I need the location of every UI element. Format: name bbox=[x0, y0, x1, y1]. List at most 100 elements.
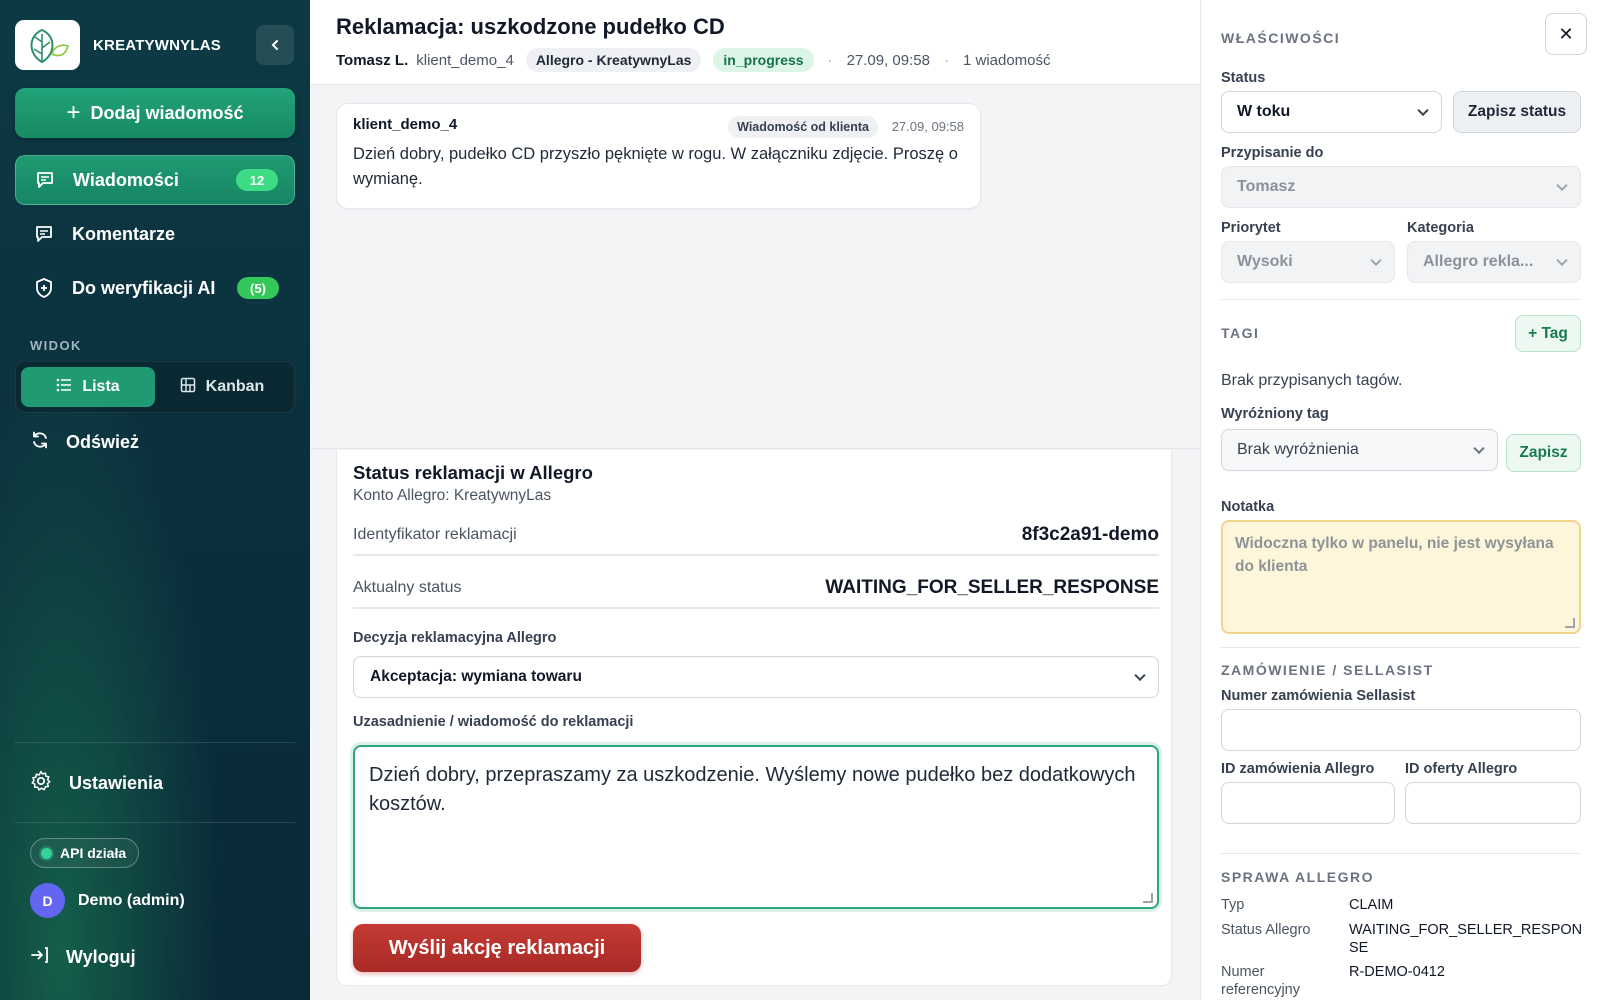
conversation-date: 27.09, 09:58 bbox=[846, 51, 930, 69]
decision-select[interactable]: Akceptacja: wymiana towaru bbox=[353, 656, 1159, 698]
order-heading: ZAMÓWIENIE / SELLASIST bbox=[1221, 662, 1434, 678]
priority-value: Wysoki bbox=[1237, 253, 1293, 270]
view-kanban-label: Kanban bbox=[205, 378, 265, 395]
assign-value: Tomasz bbox=[1237, 178, 1296, 195]
case-status-label: Status Allegro bbox=[1221, 922, 1311, 938]
add-message-button[interactable]: + Dodaj wiadomość bbox=[15, 88, 295, 138]
separator: · bbox=[943, 51, 949, 69]
sidebar-item-ai-verification[interactable]: Do weryfikacji AI (5) bbox=[15, 263, 295, 313]
save-status-button[interactable]: Zapisz status bbox=[1453, 91, 1581, 133]
note-placeholder: Widoczna tylko w panelu, nie jest wysyła… bbox=[1235, 535, 1554, 575]
close-panel-button[interactable]: ✕ bbox=[1545, 13, 1587, 55]
avatar: D bbox=[30, 883, 65, 918]
chevron-down-icon bbox=[1473, 442, 1485, 455]
client-login: klient_demo_4 bbox=[416, 51, 514, 69]
divider bbox=[1221, 647, 1581, 648]
view-list-label: Lista bbox=[82, 378, 120, 395]
brand[interactable]: KREATYWNYLAS bbox=[15, 20, 221, 70]
allegro-offer-label: ID oferty Allegro bbox=[1405, 761, 1518, 777]
divider bbox=[1221, 853, 1581, 854]
sidebar: KREATYWNYLAS + Dodaj wiadomość Wiadomośc… bbox=[0, 0, 310, 1000]
settings-label: Ustawienia bbox=[69, 773, 164, 793]
api-status-badge: API działa bbox=[30, 838, 140, 868]
featured-tag-label: Wyróżniony tag bbox=[1221, 406, 1329, 422]
comment-icon bbox=[33, 223, 55, 245]
chevron-down-icon bbox=[1556, 254, 1568, 267]
message-time: 27.09, 09:58 bbox=[891, 119, 964, 134]
claim-account: Konto Allegro: KreatywnyLas bbox=[353, 487, 552, 504]
message-card: klient_demo_4 Wiadomość od klienta 27.09… bbox=[336, 103, 981, 209]
ai-verification-count-badge: (5) bbox=[237, 277, 279, 299]
priority-select[interactable]: Wysoki bbox=[1221, 241, 1395, 283]
collapse-sidebar-button[interactable] bbox=[256, 25, 294, 65]
case-status-value: WAITING_FOR_SELLER_RESPONSE bbox=[1349, 922, 1583, 956]
author-name: Tomasz L. bbox=[336, 51, 409, 69]
status-label: Status bbox=[1221, 70, 1266, 86]
view-list-button[interactable]: Lista bbox=[21, 367, 155, 407]
message-origin-badge: Wiadomość od klienta bbox=[728, 116, 878, 138]
status-select[interactable]: W toku bbox=[1221, 91, 1442, 133]
chevron-down-icon bbox=[1417, 104, 1429, 117]
resize-handle-icon[interactable] bbox=[1143, 893, 1153, 903]
allegro-order-label: ID zamówienia Allegro bbox=[1221, 761, 1375, 777]
decision-label: Decyzja reklamacyjna Allegro bbox=[353, 630, 557, 646]
reason-label: Uzasadnienie / wiadomość do reklamacji bbox=[353, 714, 634, 730]
case-type-value: CLAIM bbox=[1349, 897, 1394, 913]
note-textarea[interactable]: Widoczna tylko w panelu, nie jest wysyła… bbox=[1221, 520, 1581, 634]
allegro-offer-input[interactable] bbox=[1405, 782, 1581, 824]
message-sender: klient_demo_4 bbox=[353, 116, 458, 133]
claim-status-label: Aktualny status bbox=[353, 579, 462, 596]
settings-button[interactable]: Ustawienia bbox=[30, 770, 163, 797]
no-tags-text: Brak przypisanych tagów. bbox=[1221, 372, 1403, 389]
assign-select[interactable]: Tomasz bbox=[1221, 166, 1581, 208]
reason-textarea[interactable]: Dzień dobry, przepraszamy za uszkodzenie… bbox=[353, 745, 1159, 909]
priority-label: Priorytet bbox=[1221, 220, 1281, 236]
close-icon: ✕ bbox=[1558, 23, 1574, 44]
properties-panel: WŁAŚCIWOŚCI ✕ Status W toku Zapisz statu… bbox=[1200, 0, 1600, 1000]
refresh-button[interactable]: Odśwież bbox=[30, 430, 139, 455]
sellasist-order-label: Numer zamówienia Sellasist bbox=[1221, 688, 1416, 704]
sidebar-divider bbox=[15, 822, 295, 823]
featured-tag-select[interactable]: Brak wyróżnienia bbox=[1221, 429, 1498, 471]
allegro-order-input[interactable] bbox=[1221, 782, 1395, 824]
chevron-down-icon bbox=[1556, 179, 1568, 192]
sellasist-order-input[interactable] bbox=[1221, 709, 1581, 751]
add-message-label: Dodaj wiadomość bbox=[90, 102, 244, 123]
reason-text: Dzień dobry, przepraszamy za uszkodzenie… bbox=[369, 764, 1136, 815]
message-count: 1 wiadomość bbox=[962, 51, 1051, 69]
send-claim-action-button[interactable]: Wyślij akcję reklamacji bbox=[353, 924, 641, 972]
view-kanban-button[interactable]: Kanban bbox=[155, 367, 289, 407]
case-type-label: Typ bbox=[1221, 897, 1245, 913]
featured-tag-value: Brak wyróżnienia bbox=[1237, 441, 1359, 458]
sidebar-item-comments[interactable]: Komentarze bbox=[15, 209, 295, 259]
assign-label: Przypisanie do bbox=[1221, 145, 1324, 161]
save-featured-tag-button[interactable]: Zapisz bbox=[1506, 434, 1581, 472]
tags-heading: TAGI bbox=[1221, 325, 1260, 341]
conversation-header: Reklamacja: uszkodzone pudełko CD Tomasz… bbox=[310, 0, 1200, 85]
current-user[interactable]: D Demo (admin) bbox=[30, 883, 185, 918]
brand-name: KREATYWNYLAS bbox=[93, 36, 221, 54]
chevron-left-icon bbox=[271, 40, 278, 50]
user-name: Demo (admin) bbox=[78, 891, 185, 909]
gear-icon bbox=[30, 770, 52, 797]
logout-button[interactable]: Wyloguj bbox=[30, 945, 136, 970]
sidebar-item-label: Komentarze bbox=[72, 223, 176, 244]
separator: · bbox=[827, 51, 833, 69]
category-select[interactable]: Allegro rekla... bbox=[1407, 241, 1581, 283]
sidebar-item-messages[interactable]: Wiadomości 12 bbox=[15, 155, 295, 205]
message-body: Dzień dobry, pudełko CD przyszło pęknięt… bbox=[353, 145, 958, 188]
resize-handle-icon[interactable] bbox=[1565, 618, 1575, 628]
page-title: Reklamacja: uszkodzone pudełko CD bbox=[336, 14, 725, 39]
claim-status-row: Aktualny status WAITING_FOR_SELLER_RESPO… bbox=[353, 569, 1159, 609]
sidebar-item-label: Wiadomości bbox=[73, 169, 179, 190]
claim-title: Status reklamacji w Allegro bbox=[353, 462, 593, 483]
case-reference-label: Numer referencyjny bbox=[1221, 964, 1300, 998]
claim-id-row: Identyfikator reklamacji 8f3c2a91-demo bbox=[353, 516, 1159, 556]
add-tag-button[interactable]: + Tag bbox=[1515, 315, 1581, 352]
logo bbox=[15, 20, 80, 70]
claim-status-value: WAITING_FOR_SELLER_RESPONSE bbox=[825, 577, 1159, 598]
chevron-down-icon bbox=[1134, 669, 1146, 682]
refresh-label: Odśwież bbox=[66, 432, 140, 452]
list-icon bbox=[56, 378, 72, 397]
decision-value: Akceptacja: wymiana towaru bbox=[370, 668, 582, 685]
